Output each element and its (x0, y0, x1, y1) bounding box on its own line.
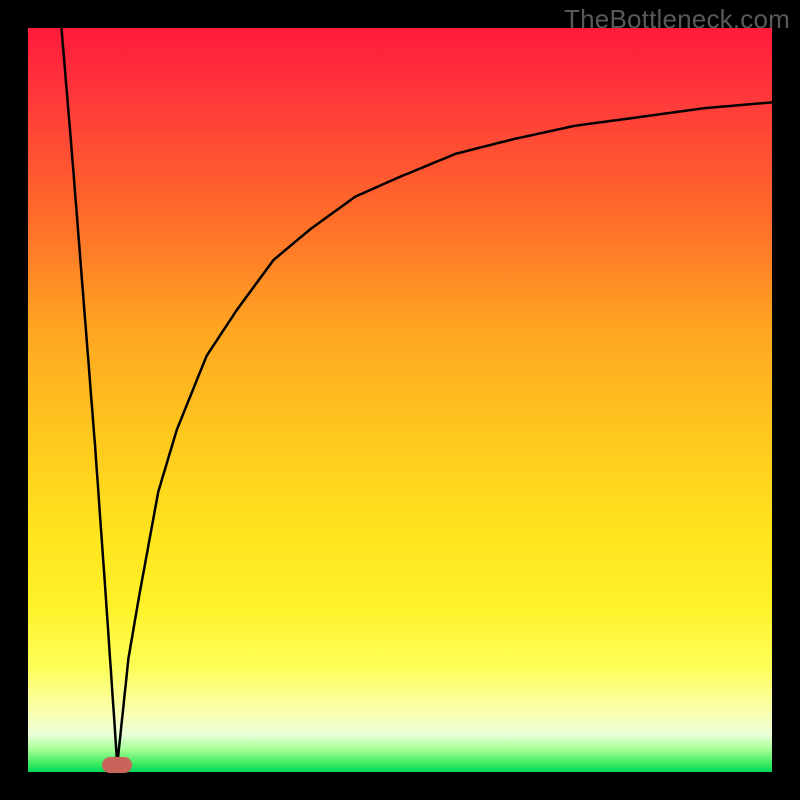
curve-left-branch (62, 28, 118, 765)
outer-frame: TheBottleneck.com (0, 0, 800, 800)
chart-curves (28, 28, 772, 772)
min-marker (102, 757, 132, 773)
plot-area (28, 28, 772, 772)
curve-right-branch (117, 102, 772, 764)
